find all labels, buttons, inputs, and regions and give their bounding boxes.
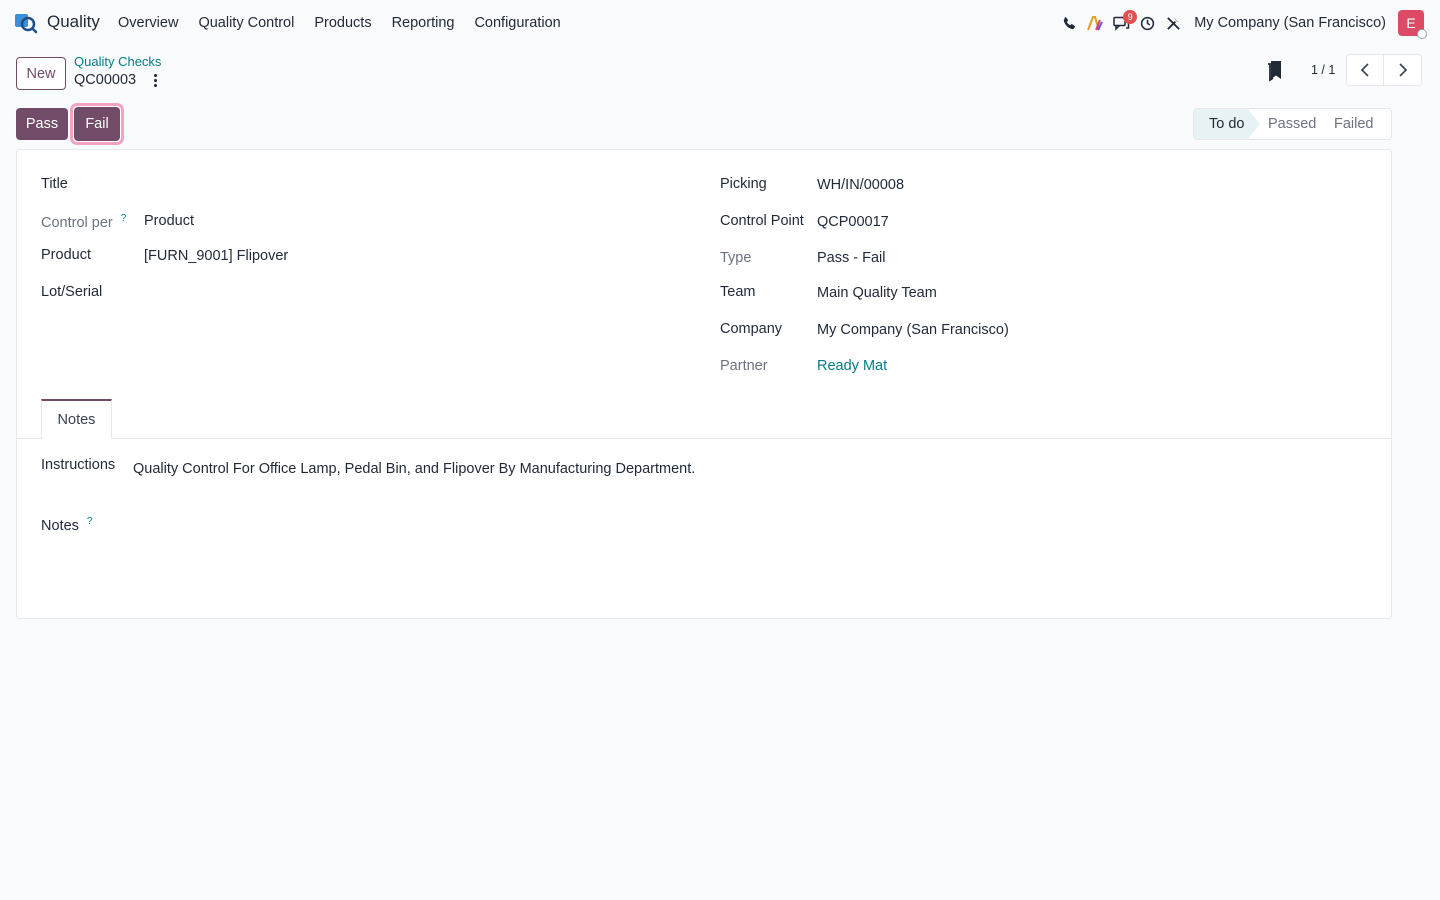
tab-notes[interactable]: Notes <box>41 399 112 439</box>
new-button[interactable]: New <box>16 57 66 90</box>
notes-help-icon[interactable]: ? <box>87 516 93 527</box>
control-point-label: Control Point <box>720 213 804 229</box>
pager-next-button[interactable] <box>1384 54 1422 86</box>
title-label: Title <box>41 176 68 192</box>
presence-status-icon <box>1417 29 1427 39</box>
product-field[interactable]: [FURN_9001] Flipover <box>144 248 288 264</box>
pager-value[interactable]: 1 / 1 <box>1311 63 1335 77</box>
company-field[interactable]: My Company (San Francisco) <box>817 322 1009 338</box>
actions-menu-icon[interactable] <box>149 71 161 89</box>
clock-icon[interactable] <box>1134 10 1160 36</box>
type-label: Type <box>720 250 752 266</box>
ai-icon[interactable] <box>1082 10 1108 36</box>
pager-previous-button[interactable] <box>1346 54 1384 86</box>
top-navbar: Quality Overview Quality Control Product… <box>0 0 1440 46</box>
picking-label: Picking <box>720 176 767 192</box>
chevron-right-icon <box>1398 63 1407 77</box>
lot-serial-label: Lot/Serial <box>41 284 103 300</box>
menu-quality-control[interactable]: Quality Control <box>188 15 304 31</box>
chat-icon[interactable]: 9 <box>1108 10 1138 36</box>
control-per-label: Control per? <box>41 213 126 231</box>
team-field[interactable]: Main Quality Team <box>817 285 937 301</box>
company-switcher[interactable]: My Company (San Francisco) <box>1194 15 1386 31</box>
notes-label-text: Notes <box>41 517 79 534</box>
main-menu: Overview Quality Control Products Report… <box>108 0 571 46</box>
bookmark-icon[interactable] <box>1266 60 1284 82</box>
picking-field[interactable]: WH/IN/00008 <box>817 177 904 193</box>
partner-label: Partner <box>720 358 768 374</box>
menu-products[interactable]: Products <box>304 15 381 31</box>
product-label: Product <box>41 247 91 263</box>
avatar-initial: E <box>1406 15 1416 31</box>
systray: 9 My Company (San Francisco) E <box>1056 0 1427 46</box>
stage-passed[interactable]: Passed <box>1260 109 1330 139</box>
notes-label: Notes? <box>41 516 92 534</box>
notebook-tab-divider <box>17 438 1391 439</box>
control-point-field[interactable]: QCP00017 <box>817 214 889 230</box>
pass-button[interactable]: Pass <box>16 108 68 140</box>
tools-icon[interactable] <box>1160 10 1186 36</box>
fail-button[interactable]: Fail <box>74 107 120 141</box>
menu-configuration[interactable]: Configuration <box>464 15 570 31</box>
partner-link[interactable]: Ready Mat <box>817 358 887 374</box>
quality-app-logo-icon[interactable] <box>14 11 38 35</box>
instructions-text: Quality Control For Office Lamp, Pedal B… <box>133 461 696 477</box>
form-sheet: Title Control per? Product Product [FURN… <box>16 149 1392 619</box>
control-per-field[interactable]: Product <box>144 213 194 229</box>
control-per-help-icon[interactable]: ? <box>121 213 127 224</box>
menu-reporting[interactable]: Reporting <box>382 15 465 31</box>
control-per-label-text: Control per <box>41 214 113 231</box>
chevron-left-icon <box>1360 63 1369 77</box>
company-label: Company <box>720 321 783 337</box>
fail-button-focus-ring: Fail <box>70 103 124 145</box>
instructions-label: Instructions <box>41 457 116 473</box>
team-label: Team <box>720 284 756 300</box>
stage-failed[interactable]: Failed <box>1330 109 1374 139</box>
stage-statusbar: To do Passed Failed <box>1193 108 1392 140</box>
type-field: Pass - Fail <box>817 250 886 266</box>
breadcrumb-quality-checks[interactable]: Quality Checks <box>74 54 161 69</box>
stage-to-do[interactable]: To do <box>1194 109 1260 139</box>
menu-overview[interactable]: Overview <box>108 15 188 31</box>
phone-icon[interactable] <box>1056 10 1082 36</box>
record-name: QC00003 <box>74 72 137 88</box>
app-name[interactable]: Quality <box>47 12 100 32</box>
user-avatar[interactable]: E <box>1398 10 1427 39</box>
